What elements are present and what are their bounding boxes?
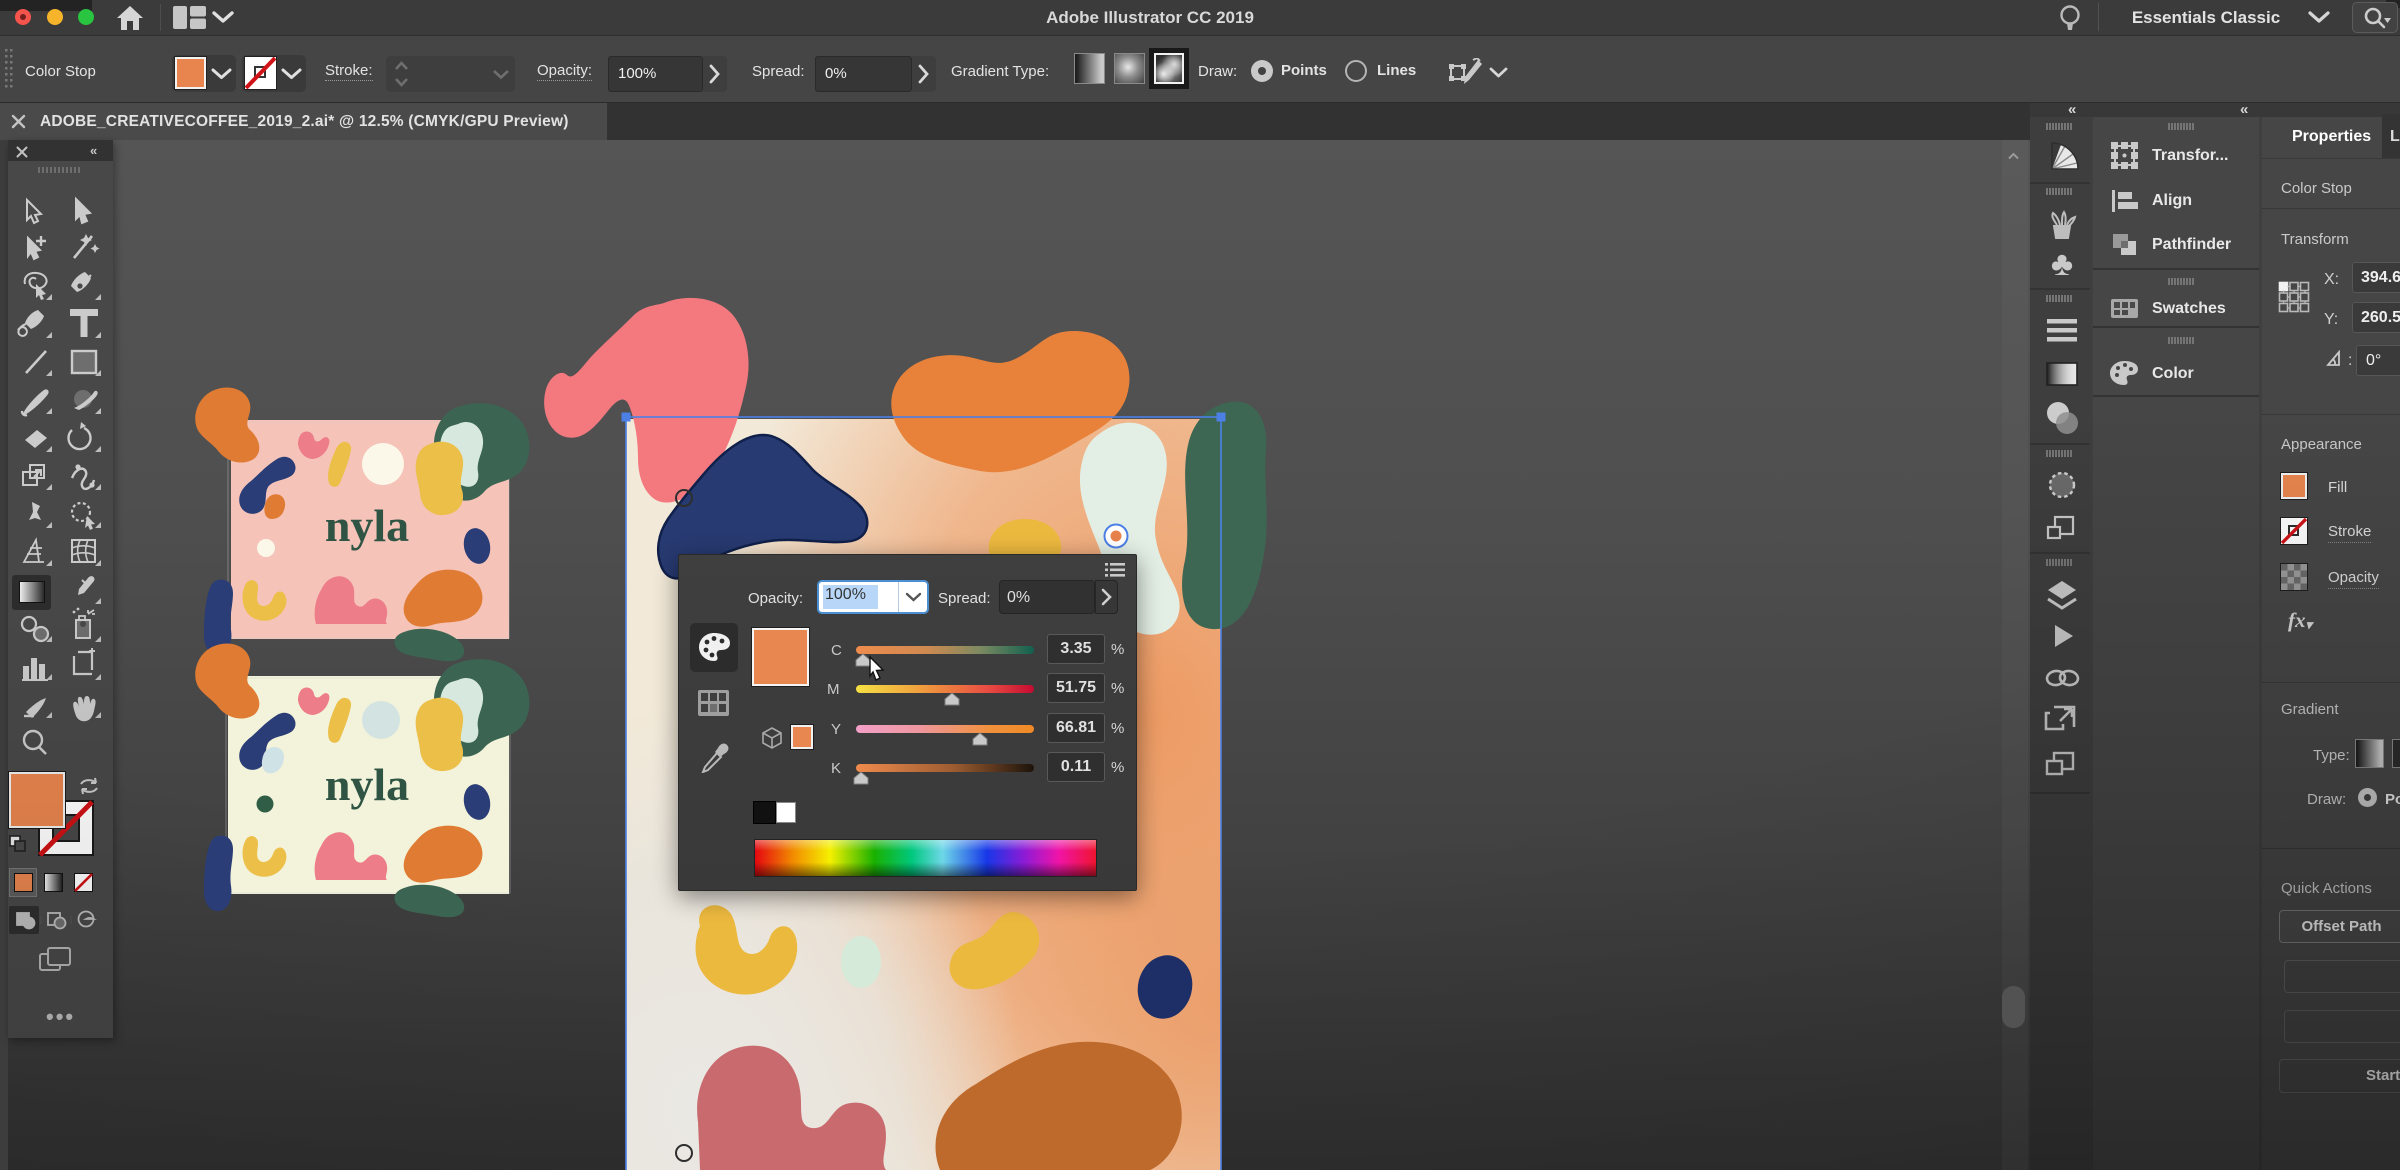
svg-text:nyla: nyla xyxy=(325,759,409,810)
svg-text:nyla: nyla xyxy=(325,500,409,551)
svg-text:♣: ♣ xyxy=(2051,245,2073,283)
